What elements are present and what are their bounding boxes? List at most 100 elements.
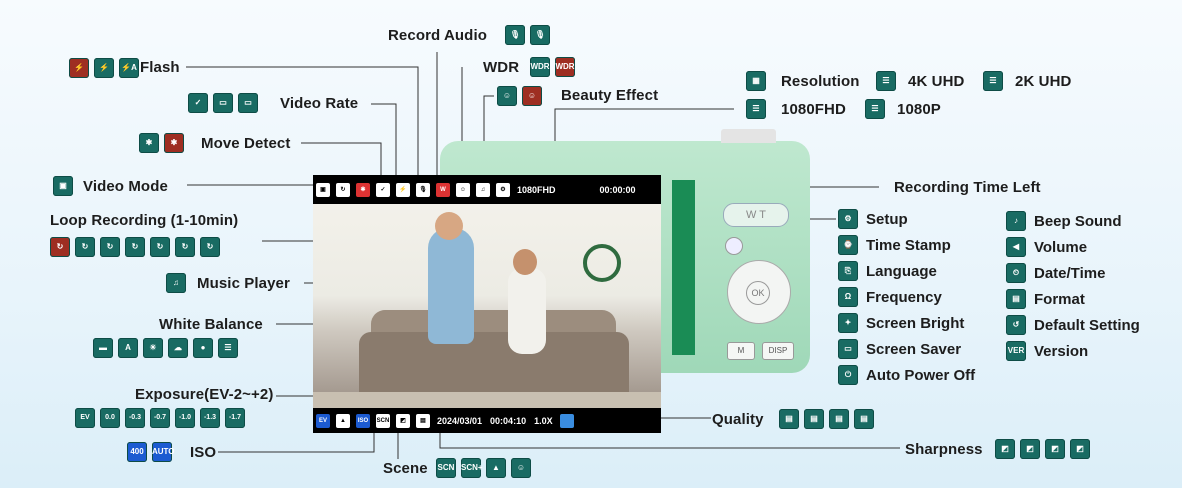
zoom-button: W T xyxy=(723,203,789,227)
girl-figure xyxy=(428,228,474,344)
video-rate-1-icon: ✓ xyxy=(188,93,208,113)
settings-left-item: ⚙ Setup xyxy=(838,206,975,232)
settings-right-item: ⏲ Date/Time xyxy=(1006,260,1140,286)
settings-list-right: ♪ Beep Sound ◀ Volume ⏲ Date/Time ▤ Format ↺ Defa… xyxy=(1006,208,1140,364)
ev-icon-6: -1.7 xyxy=(225,408,245,428)
screen-time-left: 00:00:00 xyxy=(599,184,636,195)
screen-zoom: 1.0X xyxy=(534,415,553,426)
scene-portrait-icon: ☺ xyxy=(511,458,531,478)
label-exposure: Exposure(EV-2~+2) xyxy=(135,386,274,403)
ev-icon-2: -0.3 xyxy=(125,408,145,428)
screen-top-bar: ▣ ↻ ✱ ✓ ⚡ 🎙 W ☺ ♫ ⚙ 1080FHD 00:00:00 xyxy=(313,175,661,204)
flash-auto-icon: ⚡A xyxy=(119,58,139,78)
setting-icon: Ω xyxy=(838,287,858,307)
move-detect-off-icon: ✱ xyxy=(164,133,184,153)
settings-left-item: ⎘ Language xyxy=(838,258,975,284)
shutter-button xyxy=(721,129,776,143)
mic-off-icon: 🎙 xyxy=(530,25,550,45)
camera-screen: ▣ ↻ ✱ ✓ ⚡ 🎙 W ☺ ♫ ⚙ 1080FHD 00:00:00 EV … xyxy=(313,175,661,433)
wdr-off-icon: WDR xyxy=(555,57,575,77)
label-iso: ISO xyxy=(190,444,217,461)
setting-icon: ⏲ xyxy=(1006,263,1026,283)
loop-icon: ↻ xyxy=(336,182,350,197)
setting-label: Default Setting xyxy=(1034,316,1140,334)
setting-label: Beep Sound xyxy=(1034,212,1122,230)
wb-sun-icon: ☀ xyxy=(143,338,163,358)
girl-head xyxy=(435,212,463,240)
ev-icon: EV xyxy=(316,413,330,428)
beauty-on-icon: ☺ xyxy=(497,86,517,106)
setting-icon: ◀ xyxy=(1006,237,1026,257)
settings-right-item: ♪ Beep Sound xyxy=(1006,208,1140,234)
setting-label: Language xyxy=(866,262,937,280)
label-recording-time-left: Recording Time Left xyxy=(894,179,1041,196)
wb-a-icon: A xyxy=(118,338,138,358)
video-mode-icon: ▣ xyxy=(316,182,330,197)
screen-resolution: 1080FHD xyxy=(517,184,556,195)
setting-icon: ↺ xyxy=(1006,315,1026,335)
wdr-icon: W xyxy=(436,182,450,197)
video-mode-icon: ▣ xyxy=(53,176,73,196)
loop-5-icon: ↻ xyxy=(150,237,170,257)
flash-icon: ⚡ xyxy=(396,182,410,197)
scene-landscape-icon: ▲ xyxy=(486,458,506,478)
video-rate-icon: ✓ xyxy=(376,182,390,197)
setting-label: Volume xyxy=(1034,238,1088,256)
setting-icon: ▤ xyxy=(1006,289,1026,309)
settings-left-item: ⌚ Time Stamp xyxy=(838,232,975,258)
quality-1-icon: ▤ xyxy=(779,409,799,429)
resolution-icon: ▦ xyxy=(746,71,766,91)
label-1080p: 1080P xyxy=(897,101,941,118)
setting-icon: VER xyxy=(1006,341,1026,361)
settings-left-item: ✦ Screen Bright xyxy=(838,310,975,336)
loop-10-icon: ↻ xyxy=(200,237,220,257)
loop-1-icon: ↻ xyxy=(75,237,95,257)
wb-cloud-icon: ☁ xyxy=(168,338,188,358)
flash-on-icon: ⚡ xyxy=(94,58,114,78)
wdr-on-icon: WDR xyxy=(530,57,550,77)
floor xyxy=(313,392,661,408)
settings-left-item: Ω Frequency xyxy=(838,284,975,310)
loop-2-icon: ↻ xyxy=(100,237,120,257)
boy-head xyxy=(513,249,537,275)
scene-plus-icon: SCN+ xyxy=(461,458,483,478)
loop-3-icon: ↻ xyxy=(125,237,145,257)
res-1080p-icon: ☰ xyxy=(865,99,885,119)
setting-label: Setup xyxy=(866,210,908,228)
line-video-rate xyxy=(371,103,397,184)
setting-label: Screen Bright xyxy=(866,314,965,332)
settings-right-item: ◀ Volume xyxy=(1006,234,1140,260)
setting-label: Version xyxy=(1034,342,1089,360)
label-video-rate: Video Rate xyxy=(280,95,359,112)
settings-left-item: ⏻ Auto Power Off xyxy=(838,362,975,388)
move-detect-icon: ✱ xyxy=(356,182,370,197)
iso-auto-icon: AUTO xyxy=(152,442,175,462)
screen-clock: 00:04:10 xyxy=(490,415,527,426)
camera-side-panel xyxy=(672,180,695,355)
label-video-mode: Video Mode xyxy=(83,178,168,195)
disp-button: DISP xyxy=(762,342,794,360)
setting-label: Auto Power Off xyxy=(866,366,976,384)
label-1080fhd: 1080FHD xyxy=(781,101,846,118)
wb-tungsten-icon: ● xyxy=(193,338,213,358)
setting-icon: ✦ xyxy=(838,313,858,333)
label-quality: Quality xyxy=(712,411,764,428)
loop-7-icon: ↻ xyxy=(175,237,195,257)
ev-icon-1: 0.0 xyxy=(100,408,120,428)
loop-off-icon: ↻ xyxy=(50,237,70,257)
settings-right-item: ▤ Format xyxy=(1006,286,1140,312)
quality-2-icon: ▤ xyxy=(804,409,824,429)
setting-label: Time Stamp xyxy=(866,236,951,254)
ev-icon-0: EV xyxy=(75,408,95,428)
quality-3-icon: ▤ xyxy=(829,409,849,429)
label-music-player: Music Player xyxy=(197,275,290,292)
label-loop-recording: Loop Recording (1-10min) xyxy=(50,212,239,229)
label-wdr: WDR xyxy=(483,59,520,76)
scene-auto-icon: SCN xyxy=(436,458,456,478)
sharpness-3-icon: ◩ xyxy=(1045,439,1065,459)
video-rate-3-icon: ▭ xyxy=(238,93,258,113)
screen-date: 2024/03/01 xyxy=(437,415,483,426)
setting-icon: ⌚ xyxy=(838,235,858,255)
res-1080fhd-icon: ☰ xyxy=(746,99,766,119)
video-rate-2-icon: ▭ xyxy=(213,93,233,113)
